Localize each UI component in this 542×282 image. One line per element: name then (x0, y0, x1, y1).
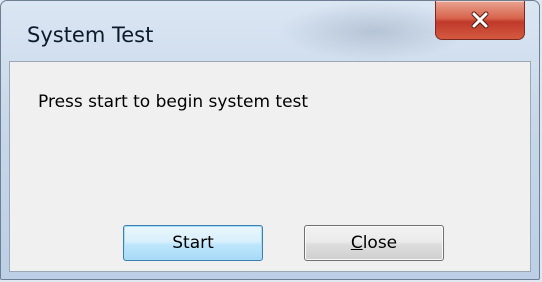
close-button-label: Close (351, 233, 397, 253)
dialog-message: Press start to begin system test (38, 92, 309, 112)
title-bar[interactable]: System Test (1, 1, 539, 65)
system-test-dialog: System Test Press start to begin system … (0, 0, 540, 280)
window-title: System Test (27, 23, 154, 47)
dialog-body: Press start to begin system test Start C… (9, 61, 531, 272)
start-button-label: Start (172, 233, 214, 253)
close-button[interactable]: Close (304, 225, 444, 261)
window-close-button[interactable] (435, 1, 525, 40)
close-button-label-rest: lose (362, 233, 398, 253)
close-button-mnemonic: C (350, 233, 363, 253)
start-button[interactable]: Start (123, 225, 263, 261)
close-x-icon (469, 11, 491, 29)
